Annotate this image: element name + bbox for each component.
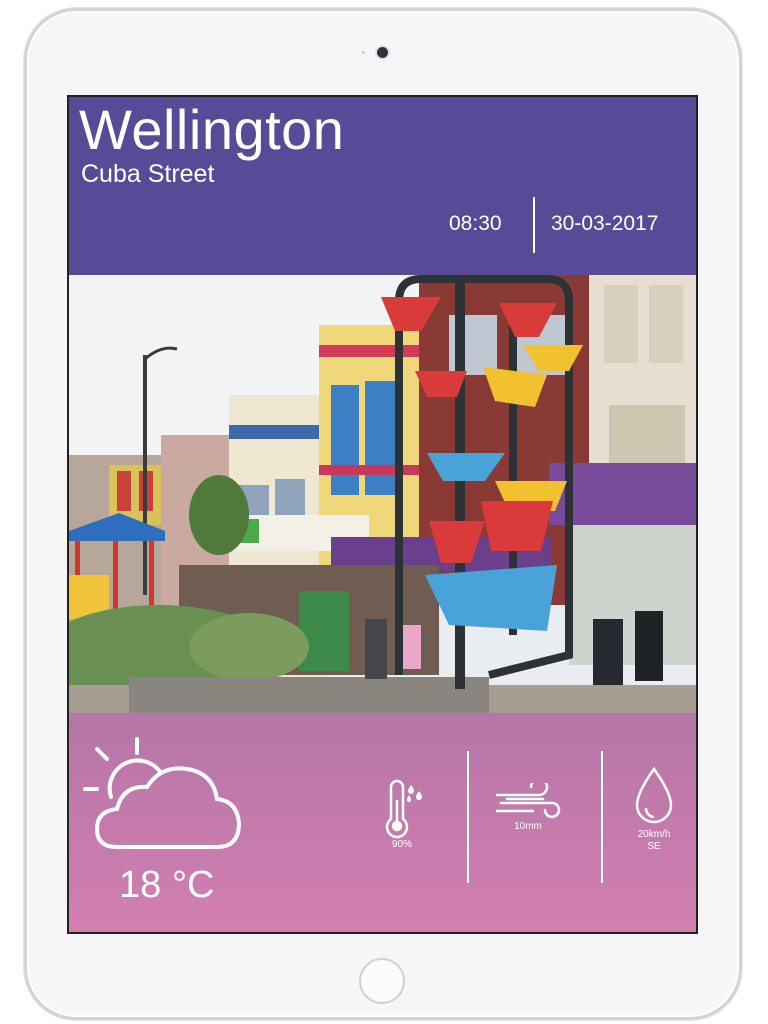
current-time: 08:30	[449, 212, 502, 235]
rain-value: 10mm	[514, 821, 542, 832]
wind-direction: SE	[647, 841, 661, 852]
screen: Wellington Cuba Street 08:30 30-03-2017	[67, 95, 698, 934]
humidity-value: 90%	[391, 839, 412, 850]
wind-metric: 20km/h SE	[629, 765, 679, 853]
weather-panel: 18 °C 90% 10mm 20km/h SE	[69, 713, 696, 932]
wind-speed: 20km/h	[637, 829, 671, 840]
header-divider	[533, 197, 535, 253]
city-name: Wellington	[79, 98, 345, 161]
front-camera	[377, 47, 388, 58]
street-name: Cuba Street	[81, 160, 215, 188]
partly-cloudy-icon	[83, 737, 242, 849]
location-header: Wellington Cuba Street 08:30 30-03-2017	[69, 97, 696, 275]
metric-divider	[467, 751, 469, 883]
wind-icon	[495, 783, 561, 819]
current-date: 30-03-2017	[551, 212, 659, 235]
temperature: 18 °C	[119, 864, 215, 906]
rain-metric: 10mm	[493, 783, 563, 833]
raindrop-icon	[635, 766, 673, 824]
humidity-metric: 90%	[379, 779, 425, 851]
front-sensor	[362, 51, 365, 54]
home-button[interactable]	[359, 958, 405, 1004]
metric-divider	[601, 751, 603, 883]
location-photo	[69, 275, 696, 713]
thermometer-icon	[385, 779, 422, 839]
